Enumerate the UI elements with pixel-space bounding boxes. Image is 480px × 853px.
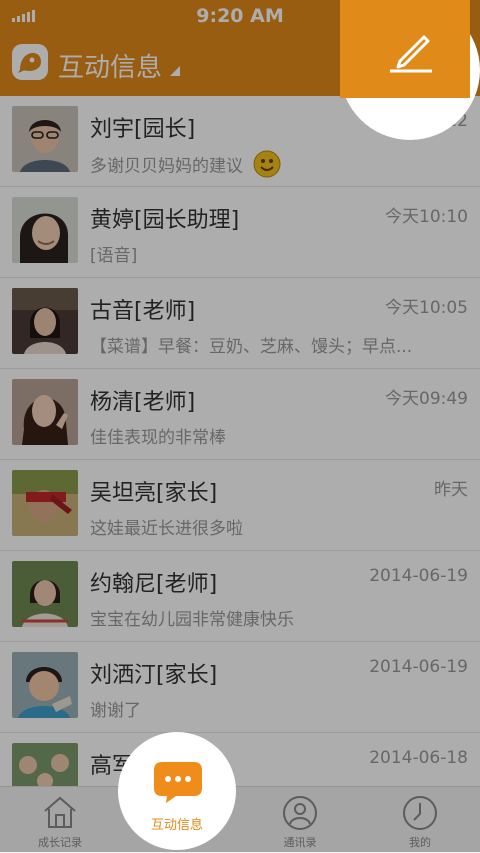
compose-button[interactable]: [340, 0, 470, 98]
tab-interaction-messages[interactable]: 互动信息: [118, 732, 236, 850]
chat-bubble-icon: [154, 762, 202, 803]
tab-label: 互动信息: [150, 818, 203, 833]
compose-highlight: [340, 0, 480, 140]
edit-pencil-icon: [390, 35, 432, 73]
